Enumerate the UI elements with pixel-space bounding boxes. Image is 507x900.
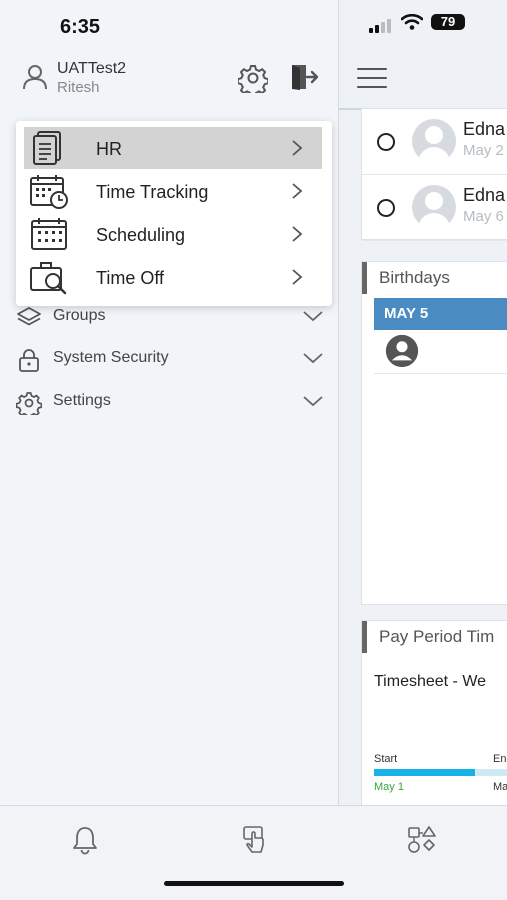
menu-item-time-tracking[interactable]: Time Tracking bbox=[24, 170, 322, 212]
calendar-clock-icon bbox=[30, 175, 68, 209]
module-menu-popup: HR Time Tracking Scheduling Time Off bbox=[16, 121, 332, 306]
pay-period-card: Pay Period Tim Timesheet - We Start En M… bbox=[361, 620, 507, 805]
chevron-down-icon bbox=[303, 396, 323, 407]
lock-icon bbox=[19, 349, 39, 372]
calendar-grid-icon bbox=[31, 218, 67, 250]
user-icon bbox=[23, 65, 47, 90]
nav-item-label: Groups bbox=[53, 307, 106, 324]
end-label: En bbox=[493, 753, 507, 765]
avatar bbox=[412, 119, 456, 163]
menu-item-label: Scheduling bbox=[96, 225, 186, 245]
birthdays-card: Birthdays MAY 5 bbox=[361, 261, 507, 605]
task-name: Edna bbox=[463, 119, 506, 139]
task-date: May 2 bbox=[463, 142, 504, 159]
suitcase-search-icon bbox=[30, 262, 67, 295]
main-top-bar bbox=[339, 52, 507, 110]
menu-item-scheduling[interactable]: Scheduling bbox=[24, 213, 322, 255]
task-name: Edna bbox=[463, 185, 506, 205]
tab-shapes[interactable] bbox=[405, 823, 439, 857]
battery-level: 79 bbox=[431, 14, 465, 30]
gear-icon bbox=[238, 65, 268, 93]
layers-icon bbox=[17, 307, 41, 326]
birthday-date-header: MAY 5 bbox=[374, 298, 507, 330]
avatar bbox=[412, 185, 456, 229]
menu-item-label: Time Tracking bbox=[96, 182, 209, 202]
chevron-right-icon bbox=[292, 226, 303, 242]
timesheet-label[interactable]: Timesheet - We bbox=[374, 673, 486, 691]
logout-button[interactable] bbox=[288, 62, 320, 92]
status-icons: 79 bbox=[369, 14, 465, 33]
cellular-signal-icon bbox=[369, 15, 393, 33]
pay-period-progress-fill bbox=[374, 769, 475, 776]
settings-button[interactable] bbox=[236, 63, 270, 93]
nav-item-label: System Security bbox=[53, 349, 169, 366]
start-label: Start bbox=[374, 753, 398, 765]
document-stack-icon bbox=[33, 131, 61, 165]
menu-item-hr[interactable]: HR bbox=[24, 127, 322, 169]
chevron-down-icon bbox=[303, 353, 323, 364]
menu-item-time-off[interactable]: Time Off bbox=[24, 256, 322, 298]
birthdays-title: Birthdays bbox=[362, 262, 507, 294]
logout-door-icon bbox=[292, 65, 319, 90]
hamburger-menu-icon[interactable] bbox=[357, 68, 387, 90]
task-row[interactable]: Edna May 6 bbox=[362, 175, 507, 241]
tab-touch[interactable] bbox=[237, 823, 271, 857]
chevron-right-icon bbox=[292, 269, 303, 285]
nav-item-label: Settings bbox=[53, 392, 111, 409]
pay-period-title: Pay Period Tim bbox=[362, 621, 507, 653]
pay-period-progress-bar bbox=[374, 769, 507, 776]
user-name: UATTest2 bbox=[57, 60, 127, 77]
chevron-down-icon bbox=[303, 311, 323, 322]
task-row[interactable]: Edna May 2 bbox=[362, 109, 507, 175]
tasks-card: Edna May 2 Edna May 6 bbox=[361, 108, 507, 241]
chevron-right-icon bbox=[292, 140, 303, 156]
end-date: May bbox=[493, 781, 507, 793]
menu-item-label: HR bbox=[96, 139, 122, 159]
menu-item-label: Time Off bbox=[96, 268, 165, 288]
shapes-icon bbox=[408, 826, 436, 853]
home-indicator[interactable] bbox=[164, 881, 344, 886]
task-date: May 6 bbox=[463, 208, 504, 225]
start-date: May 1 bbox=[374, 781, 404, 793]
chevron-right-icon bbox=[292, 183, 303, 199]
status-time: 6:35 bbox=[60, 16, 101, 38]
tab-notifications[interactable] bbox=[68, 823, 102, 857]
task-radio[interactable] bbox=[377, 133, 395, 151]
wifi-icon bbox=[401, 14, 423, 30]
bell-icon bbox=[73, 827, 97, 855]
person-avatar-icon bbox=[385, 334, 419, 368]
main-content-panel: 79 Edna May 2 Edna May 6 Birthdays MAY 5 bbox=[338, 0, 507, 805]
touch-hand-icon bbox=[243, 826, 264, 853]
task-radio[interactable] bbox=[377, 199, 395, 217]
gear-icon bbox=[16, 392, 42, 415]
birthday-row[interactable] bbox=[374, 330, 507, 374]
nav-item-system-security[interactable]: System Security bbox=[0, 340, 338, 378]
user-subtitle: Ritesh bbox=[57, 79, 100, 96]
nav-item-settings[interactable]: Settings bbox=[0, 383, 338, 421]
